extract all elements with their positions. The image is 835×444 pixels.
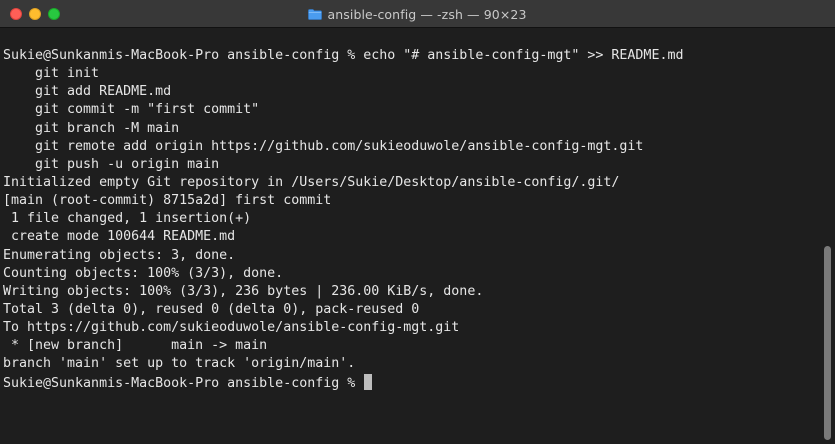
terminal-line: git commit -m "first commit" bbox=[3, 102, 260, 118]
minimize-button[interactable] bbox=[29, 8, 41, 20]
terminal-line: Sukie@Sunkanmis-MacBook-Pro ansible-conf… bbox=[3, 48, 684, 63]
maximize-button[interactable] bbox=[48, 8, 60, 20]
scrollbar-thumb[interactable] bbox=[824, 246, 831, 440]
terminal-line: git add README.md bbox=[3, 84, 172, 100]
terminal-line: git push -u origin main bbox=[3, 156, 220, 172]
terminal-line: Writing objects: 100% (3/3), 236 bytes |… bbox=[3, 283, 484, 299]
terminal-line: Total 3 (delta 0), reused 0 (delta 0), p… bbox=[3, 301, 420, 317]
window-title: ansible-config — -zsh — 90×23 bbox=[327, 6, 527, 22]
folder-icon bbox=[308, 8, 323, 20]
prompt-line[interactable]: Sukie@Sunkanmis-MacBook-Pro ansible-conf… bbox=[0, 373, 820, 392]
terminal-line: git init bbox=[3, 66, 100, 82]
terminal-output[interactable]: Sukie@Sunkanmis-MacBook-Pro ansible-conf… bbox=[0, 28, 820, 444]
terminal-line: To https://github.com/sukieoduwole/ansib… bbox=[3, 320, 460, 336]
terminal-line: branch 'main' set up to track 'origin/ma… bbox=[3, 356, 356, 372]
terminal-line: git branch -M main bbox=[3, 120, 180, 136]
terminal-line: Counting objects: 100% (3/3), done. bbox=[3, 265, 284, 281]
close-button[interactable] bbox=[10, 8, 22, 20]
title-bar[interactable]: ansible-config — -zsh — 90×23 bbox=[0, 0, 835, 28]
terminal-line: [main (root-commit) 8715a2d] first commi… bbox=[3, 193, 332, 209]
window-title-group: ansible-config — -zsh — 90×23 bbox=[0, 0, 835, 28]
terminal-line: Enumerating objects: 3, done. bbox=[3, 247, 236, 263]
terminal-line: git remote add origin https://github.com… bbox=[3, 138, 644, 154]
terminal-line: 1 file changed, 1 insertion(+) bbox=[3, 211, 252, 227]
terminal-window: ansible-config — -zsh — 90×23 Sukie@Sunk… bbox=[0, 0, 835, 444]
terminal-line: Initialized empty Git repository in /Use… bbox=[3, 174, 620, 190]
terminal-line: create mode 100644 README.md bbox=[3, 229, 236, 245]
terminal-line: * [new branch] main -> main bbox=[3, 338, 268, 354]
prompt-text: Sukie@Sunkanmis-MacBook-Pro ansible-conf… bbox=[3, 375, 364, 391]
text-cursor bbox=[364, 373, 373, 390]
scrollbar[interactable] bbox=[820, 28, 835, 444]
